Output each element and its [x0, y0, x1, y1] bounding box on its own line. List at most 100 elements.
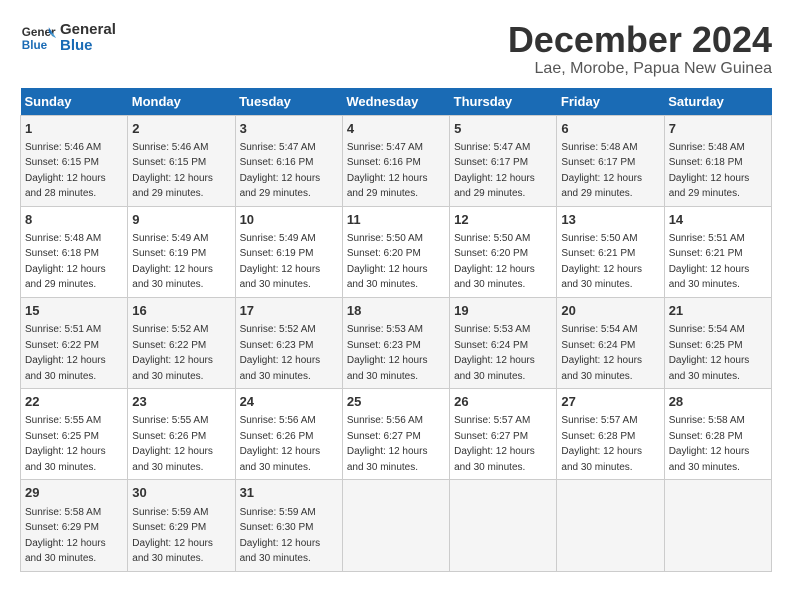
day-detail: Sunrise: 5:53 AMSunset: 6:24 PMDaylight:…	[454, 324, 535, 382]
weekday-header-friday: Friday	[557, 88, 664, 116]
month-title: December 2024	[508, 20, 772, 60]
calendar-week-5: 29 Sunrise: 5:58 AMSunset: 6:29 PMDayligh…	[21, 480, 772, 571]
day-number: 20	[561, 302, 659, 320]
calendar-cell: 1 Sunrise: 5:46 AMSunset: 6:15 PMDaylight…	[21, 115, 128, 206]
day-detail: Sunrise: 5:50 AMSunset: 6:21 PMDaylight:…	[561, 233, 642, 291]
day-detail: Sunrise: 5:46 AMSunset: 6:15 PMDaylight:…	[132, 142, 213, 200]
calendar-cell: 4 Sunrise: 5:47 AMSunset: 6:16 PMDaylight…	[342, 115, 449, 206]
calendar-cell: 17 Sunrise: 5:52 AMSunset: 6:23 PMDayligh…	[235, 297, 342, 388]
day-number: 22	[25, 393, 123, 411]
logo-general: General	[60, 22, 116, 39]
calendar-cell	[664, 480, 771, 571]
day-number: 24	[240, 393, 338, 411]
calendar-week-1: 1 Sunrise: 5:46 AMSunset: 6:15 PMDaylight…	[21, 115, 772, 206]
logo-blue: Blue	[60, 38, 116, 55]
day-number: 27	[561, 393, 659, 411]
day-detail: Sunrise: 5:54 AMSunset: 6:24 PMDaylight:…	[561, 324, 642, 382]
day-detail: Sunrise: 5:58 AMSunset: 6:29 PMDaylight:…	[25, 507, 106, 565]
calendar-cell: 28Sunrise: 5:58 AMSunset: 6:28 PMDayligh…	[664, 389, 771, 480]
calendar-cell: 18 Sunrise: 5:53 AMSunset: 6:23 PMDayligh…	[342, 297, 449, 388]
calendar-cell: 16Sunrise: 5:52 AMSunset: 6:22 PMDayligh…	[128, 297, 235, 388]
calendar-cell: 11 Sunrise: 5:50 AMSunset: 6:20 PMDayligh…	[342, 206, 449, 297]
day-number: 11	[347, 211, 445, 229]
day-number: 16	[132, 302, 230, 320]
calendar-week-4: 22 Sunrise: 5:55 AMSunset: 6:25 PMDayligh…	[21, 389, 772, 480]
day-detail: Sunrise: 5:57 AMSunset: 6:27 PMDaylight:…	[454, 415, 535, 473]
day-detail: Sunrise: 5:49 AMSunset: 6:19 PMDaylight:…	[240, 233, 321, 291]
calendar-cell: 9 Sunrise: 5:49 AMSunset: 6:19 PMDaylight…	[128, 206, 235, 297]
calendar-cell: 6 Sunrise: 5:48 AMSunset: 6:17 PMDaylight…	[557, 115, 664, 206]
calendar-cell: 23Sunrise: 5:55 AMSunset: 6:26 PMDayligh…	[128, 389, 235, 480]
logo-icon: General Blue	[20, 20, 56, 56]
day-number: 2	[132, 120, 230, 138]
calendar-cell: 30 Sunrise: 5:59 AMSunset: 6:29 PMDayligh…	[128, 480, 235, 571]
day-number: 9	[132, 211, 230, 229]
day-detail: Sunrise: 5:51 AMSunset: 6:21 PMDaylight:…	[669, 233, 750, 291]
day-detail: Sunrise: 5:50 AMSunset: 6:20 PMDaylight:…	[454, 233, 535, 291]
calendar-cell: 21 Sunrise: 5:54 AMSunset: 6:25 PMDayligh…	[664, 297, 771, 388]
calendar-cell	[557, 480, 664, 571]
day-detail: Sunrise: 5:59 AMSunset: 6:30 PMDaylight:…	[240, 507, 321, 565]
day-number: 28	[669, 393, 767, 411]
day-detail: Sunrise: 5:48 AMSunset: 6:18 PMDaylight:…	[669, 142, 750, 200]
day-number: 1	[25, 120, 123, 138]
day-detail: Sunrise: 5:48 AMSunset: 6:18 PMDaylight:…	[25, 233, 106, 291]
calendar-cell: 14Sunrise: 5:51 AMSunset: 6:21 PMDayligh…	[664, 206, 771, 297]
weekday-header-thursday: Thursday	[450, 88, 557, 116]
calendar-week-3: 15 Sunrise: 5:51 AMSunset: 6:22 PMDayligh…	[21, 297, 772, 388]
calendar-cell: 22 Sunrise: 5:55 AMSunset: 6:25 PMDayligh…	[21, 389, 128, 480]
calendar-cell: 3Sunrise: 5:47 AMSunset: 6:16 PMDaylight…	[235, 115, 342, 206]
day-number: 17	[240, 302, 338, 320]
calendar-cell: 15 Sunrise: 5:51 AMSunset: 6:22 PMDayligh…	[21, 297, 128, 388]
day-number: 18	[347, 302, 445, 320]
day-number: 26	[454, 393, 552, 411]
weekday-header-saturday: Saturday	[664, 88, 771, 116]
day-number: 6	[561, 120, 659, 138]
day-number: 5	[454, 120, 552, 138]
weekday-header-monday: Monday	[128, 88, 235, 116]
logo: General Blue General Blue	[20, 20, 116, 56]
day-detail: Sunrise: 5:47 AMSunset: 6:17 PMDaylight:…	[454, 142, 535, 200]
calendar-cell: 29 Sunrise: 5:58 AMSunset: 6:29 PMDayligh…	[21, 480, 128, 571]
day-detail: Sunrise: 5:48 AMSunset: 6:17 PMDaylight:…	[561, 142, 642, 200]
day-number: 7	[669, 120, 767, 138]
day-number: 8	[25, 211, 123, 229]
day-number: 15	[25, 302, 123, 320]
calendar-cell: 5 Sunrise: 5:47 AMSunset: 6:17 PMDaylight…	[450, 115, 557, 206]
day-detail: Sunrise: 5:52 AMSunset: 6:23 PMDaylight:…	[240, 324, 321, 382]
calendar-cell: 12 Sunrise: 5:50 AMSunset: 6:20 PMDayligh…	[450, 206, 557, 297]
day-detail: Sunrise: 5:53 AMSunset: 6:23 PMDaylight:…	[347, 324, 428, 382]
calendar-cell: 27 Sunrise: 5:57 AMSunset: 6:28 PMDayligh…	[557, 389, 664, 480]
day-detail: Sunrise: 5:54 AMSunset: 6:25 PMDaylight:…	[669, 324, 750, 382]
calendar-cell: 13 Sunrise: 5:50 AMSunset: 6:21 PMDayligh…	[557, 206, 664, 297]
calendar-cell: 19Sunrise: 5:53 AMSunset: 6:24 PMDayligh…	[450, 297, 557, 388]
calendar-cell: 26 Sunrise: 5:57 AMSunset: 6:27 PMDayligh…	[450, 389, 557, 480]
day-number: 13	[561, 211, 659, 229]
weekday-header-tuesday: Tuesday	[235, 88, 342, 116]
day-detail: Sunrise: 5:50 AMSunset: 6:20 PMDaylight:…	[347, 233, 428, 291]
day-number: 12	[454, 211, 552, 229]
day-number: 29	[25, 484, 123, 502]
day-number: 31	[240, 484, 338, 502]
day-detail: Sunrise: 5:57 AMSunset: 6:28 PMDaylight:…	[561, 415, 642, 473]
day-number: 25	[347, 393, 445, 411]
day-detail: Sunrise: 5:55 AMSunset: 6:26 PMDaylight:…	[132, 415, 213, 473]
day-number: 4	[347, 120, 445, 138]
day-detail: Sunrise: 5:47 AMSunset: 6:16 PMDaylight:…	[347, 142, 428, 200]
header-row: SundayMondayTuesdayWednesdayThursdayFrid…	[21, 88, 772, 116]
calendar-week-2: 8 Sunrise: 5:48 AMSunset: 6:18 PMDaylight…	[21, 206, 772, 297]
day-detail: Sunrise: 5:59 AMSunset: 6:29 PMDaylight:…	[132, 507, 213, 565]
weekday-header-wednesday: Wednesday	[342, 88, 449, 116]
calendar-cell: 2 Sunrise: 5:46 AMSunset: 6:15 PMDaylight…	[128, 115, 235, 206]
day-detail: Sunrise: 5:55 AMSunset: 6:25 PMDaylight:…	[25, 415, 106, 473]
day-detail: Sunrise: 5:56 AMSunset: 6:27 PMDaylight:…	[347, 415, 428, 473]
svg-text:Blue: Blue	[22, 39, 48, 52]
day-number: 30	[132, 484, 230, 502]
day-detail: Sunrise: 5:49 AMSunset: 6:19 PMDaylight:…	[132, 233, 213, 291]
day-detail: Sunrise: 5:46 AMSunset: 6:15 PMDaylight:…	[25, 142, 106, 200]
day-detail: Sunrise: 5:51 AMSunset: 6:22 PMDaylight:…	[25, 324, 106, 382]
calendar-cell: 24Sunrise: 5:56 AMSunset: 6:26 PMDayligh…	[235, 389, 342, 480]
day-number: 10	[240, 211, 338, 229]
title-area: December 2024 Lae, Morobe, Papua New Gui…	[508, 20, 772, 78]
day-number: 21	[669, 302, 767, 320]
